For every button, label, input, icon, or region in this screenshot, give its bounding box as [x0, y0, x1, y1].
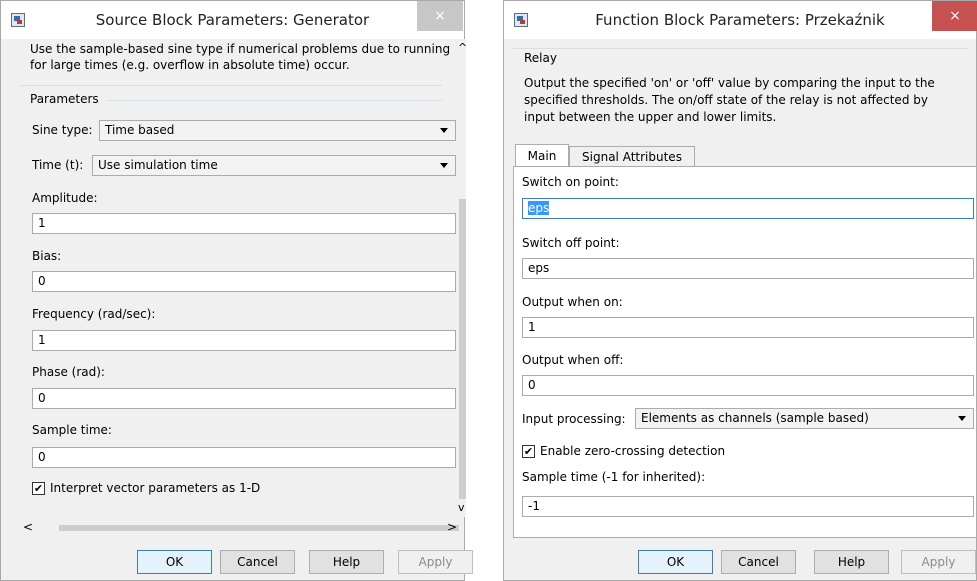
phase-label: Phase (rad):: [32, 365, 105, 379]
tab-panel-main: Switch on point: eps Switch off point: e…: [513, 166, 977, 538]
bias-field[interactable]: 0: [32, 271, 456, 292]
tab-main[interactable]: Main: [515, 144, 569, 167]
title-bar[interactable]: Function Block Parameters: Przekaźnik ×: [504, 1, 977, 39]
description-line-2: for large times (e.g. overflow in absolu…: [30, 58, 350, 72]
close-icon[interactable]: ×: [932, 1, 977, 31]
parameters-group-title: Parameters: [30, 92, 99, 106]
apply-button: Apply: [901, 550, 976, 574]
description-line-1: Use the sample-based sine type if numeri…: [30, 42, 451, 56]
input-processing-value: Elements as channels (sample based): [641, 411, 869, 425]
group-divider: [107, 100, 442, 101]
zero-crossing-checkbox[interactable]: ✔: [522, 445, 535, 458]
time-label: Time (t):: [32, 158, 84, 172]
interpret-vector-label: Interpret vector parameters as 1-D: [50, 481, 261, 495]
tab-signal-attributes[interactable]: Signal Attributes: [569, 146, 695, 167]
description-line-2: specified thresholds. The on/off state o…: [524, 93, 928, 107]
sample-time-field[interactable]: -1: [522, 496, 974, 517]
amplitude-field[interactable]: 1: [32, 213, 456, 234]
zero-crossing-label: Enable zero-crossing detection: [540, 444, 726, 458]
chevron-down-icon: [440, 128, 448, 133]
output-on-label: Output when on:: [522, 295, 623, 309]
apply-button: Apply: [398, 550, 473, 574]
group-divider: [19, 85, 442, 86]
horizontal-scroll-thumb[interactable]: [59, 525, 459, 531]
sample-time-label: Sample time (-1 for inherited):: [522, 470, 706, 484]
close-icon[interactable]: ×: [417, 1, 463, 31]
cancel-button[interactable]: Cancel: [220, 550, 295, 574]
time-dropdown[interactable]: Use simulation time: [92, 155, 456, 176]
switch-off-field[interactable]: eps: [522, 258, 974, 279]
output-off-label: Output when off:: [522, 353, 624, 367]
sine-type-label: Sine type:: [32, 123, 93, 137]
sine-type-value: Time based: [105, 123, 175, 137]
output-off-field[interactable]: 0: [522, 375, 974, 396]
input-processing-label: Input processing:: [522, 412, 626, 426]
interpret-vector-checkbox[interactable]: ✔: [32, 482, 45, 495]
switch-off-label: Switch off point:: [522, 236, 620, 250]
switch-on-label: Switch on point:: [522, 175, 619, 189]
cancel-button[interactable]: Cancel: [721, 550, 796, 574]
group-divider: [513, 48, 968, 49]
description-line-3: input between the upper and lower limits…: [524, 110, 777, 124]
sine-type-dropdown[interactable]: Time based: [99, 120, 456, 141]
switch-on-field[interactable]: eps: [522, 198, 974, 219]
dialog-title: Source Block Parameters: Generator: [95, 11, 370, 29]
bias-label: Bias:: [32, 249, 62, 263]
switch-on-value: eps: [528, 201, 550, 215]
chevron-down-icon: [440, 163, 448, 168]
time-value: Use simulation time: [98, 158, 218, 172]
ok-button[interactable]: OK: [638, 550, 713, 574]
input-processing-dropdown[interactable]: Elements as channels (sample based): [635, 408, 974, 429]
horizontal-scrollbar[interactable]: < >: [19, 519, 459, 536]
dialog-title: Function Block Parameters: Przekaźnik: [595, 11, 885, 29]
ok-button[interactable]: OK: [137, 550, 212, 574]
sample-time-label: Sample time:: [32, 423, 112, 437]
scroll-down-arrow[interactable]: v: [458, 501, 465, 514]
sample-time-field[interactable]: 0: [32, 447, 456, 468]
generator-dialog: Source Block Parameters: Generator × Use…: [0, 0, 473, 581]
scroll-left-arrow[interactable]: <: [23, 520, 33, 534]
block-name: Relay: [524, 51, 557, 65]
description-line-1: Output the specified 'on' or 'off' value…: [524, 76, 935, 90]
chevron-down-icon: [958, 416, 966, 421]
phase-field[interactable]: 0: [32, 388, 456, 409]
frequency-label: Frequency (rad/sec):: [32, 307, 156, 321]
vertical-scroll-thumb[interactable]: [459, 199, 466, 499]
output-on-field[interactable]: 1: [522, 317, 974, 338]
frequency-field[interactable]: 1: [32, 330, 456, 351]
help-button[interactable]: Help: [309, 550, 384, 574]
scroll-up-arrow[interactable]: ^: [458, 41, 467, 54]
help-button[interactable]: Help: [814, 550, 889, 574]
amplitude-label: Amplitude:: [32, 191, 98, 205]
scroll-right-arrow[interactable]: >: [447, 520, 457, 534]
relay-dialog: Function Block Parameters: Przekaźnik × …: [503, 0, 977, 581]
title-bar[interactable]: Source Block Parameters: Generator ×: [1, 1, 464, 39]
vertical-scrollbar[interactable]: ^ v: [458, 39, 467, 517]
